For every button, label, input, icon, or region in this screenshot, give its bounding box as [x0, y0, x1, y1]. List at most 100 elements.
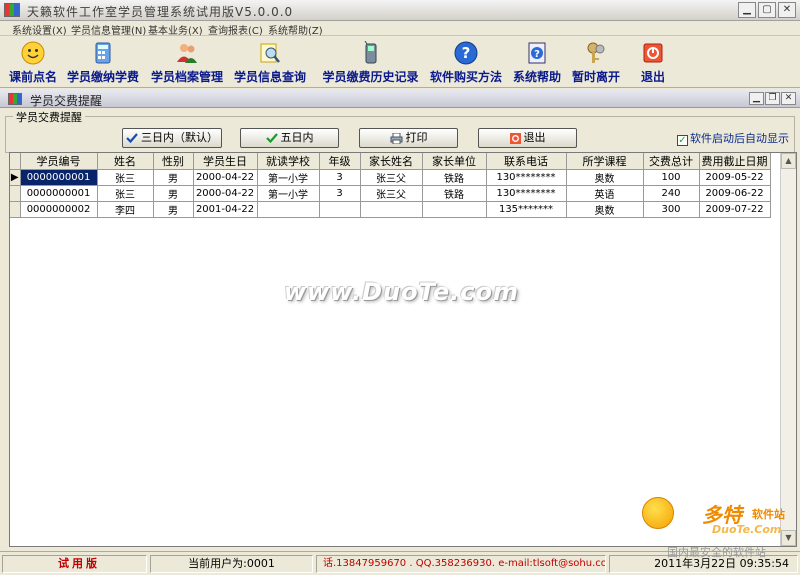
temporary-leave-button[interactable]: 暂时离开 [570, 39, 622, 85]
menu-system-help[interactable]: 系统帮助(Z) [268, 22, 323, 37]
minimize-button[interactable]: ▁ [738, 2, 756, 18]
column-header[interactable]: 就读学校 [257, 153, 320, 170]
table-cell[interactable]: 240 [643, 185, 700, 202]
menu-query-reports[interactable]: 查询报表(C) [208, 22, 263, 37]
table-cell[interactable] [360, 201, 423, 218]
table-cell[interactable]: 100 [643, 169, 700, 186]
magnifier-icon [260, 43, 280, 63]
table-cell[interactable]: 0000000001 [20, 185, 98, 202]
column-header[interactable]: 家长单位 [422, 153, 487, 170]
child-window-icon [8, 93, 22, 105]
table-cell[interactable]: 张三父 [360, 185, 423, 202]
current-row-indicator: ▶ [10, 169, 21, 186]
table-cell[interactable]: 第一小学 [257, 185, 320, 202]
phone-icon [364, 41, 376, 64]
table-cell[interactable]: 奥数 [566, 169, 644, 186]
table-cell[interactable]: 130******** [486, 169, 567, 186]
table-cell[interactable]: 0000000001 [20, 169, 98, 186]
menu-system-settings[interactable]: 系统设置(X) [12, 22, 67, 37]
child-close-button[interactable]: ✕ [781, 92, 796, 105]
table-cell[interactable]: 男 [153, 169, 194, 186]
roll-call-button[interactable]: 课前点名 [8, 39, 58, 85]
table-cell[interactable]: 英语 [566, 185, 644, 202]
table-cell[interactable]: 3 [319, 185, 361, 202]
table-cell[interactable]: 2001-04-22 [193, 201, 258, 218]
table-cell[interactable]: 男 [153, 201, 194, 218]
keys-icon [587, 42, 605, 63]
exit-icon [643, 43, 663, 63]
duote-slogan-watermark: 国内最安全的软件站 [667, 546, 766, 559]
print-button[interactable]: 打印 [359, 128, 458, 148]
dialog-exit-label: 退出 [523, 131, 546, 144]
system-help-button[interactable]: ? 系统帮助 [511, 39, 563, 85]
table-cell[interactable]: 奥数 [566, 201, 644, 218]
table-cell[interactable]: 135******* [486, 201, 567, 218]
reminder-groupbox: 学员交费提醒 三日内（默认） 五日内 打印 退出 ✓ 软件启动后自动显示 [5, 109, 795, 153]
table-cell[interactable]: 130******** [486, 185, 567, 202]
table-cell[interactable]: 第一小学 [257, 169, 320, 186]
table-row[interactable]: 0000000002 李四 男 2001-04-22 135******* 奥数… [10, 201, 771, 218]
table-cell[interactable]: 张三父 [360, 169, 423, 186]
purchase-method-button[interactable]: ? 软件购买方法 [429, 39, 503, 85]
student-records-button[interactable]: 学员档案管理 [150, 39, 224, 85]
table-cell[interactable]: 2009-07-22 [699, 201, 771, 218]
table-cell[interactable] [422, 201, 487, 218]
checkmark-icon [126, 133, 138, 143]
table-cell[interactable]: 张三 [97, 185, 154, 202]
table-cell[interactable]: 3 [319, 169, 361, 186]
auto-show-label: 软件启动后自动显示 [690, 132, 789, 145]
app-icon [4, 3, 20, 17]
checkmark-icon [265, 133, 278, 143]
column-header[interactable]: 家长姓名 [360, 153, 423, 170]
table-cell[interactable]: 铁路 [422, 169, 487, 186]
table-cell[interactable]: 李四 [97, 201, 154, 218]
table-cell[interactable]: 300 [643, 201, 700, 218]
close-button[interactable]: ✕ [778, 2, 796, 18]
print-label: 打印 [405, 131, 428, 144]
payment-history-button[interactable]: 学员缴费历史记录 [322, 39, 419, 85]
svg-text:?: ? [462, 44, 471, 62]
auto-show-checkbox[interactable]: ✓ 软件启动后自动显示 [677, 130, 789, 146]
column-header[interactable]: 性别 [153, 153, 194, 170]
table-cell[interactable]: 男 [153, 185, 194, 202]
duote-watermark: www.DuoTe.com [284, 278, 519, 306]
column-header[interactable]: 所学课程 [566, 153, 644, 170]
table-row[interactable]: 0000000001 张三 男 2000-04-22 第一小学 3 张三父 铁路… [10, 185, 771, 202]
menu-basic-business[interactable]: 基本业务(X) [148, 22, 203, 37]
help-book-icon: ? [528, 42, 546, 64]
five-days-button[interactable]: 五日内 [240, 128, 339, 148]
column-header[interactable]: 联系电话 [486, 153, 567, 170]
table-cell[interactable]: 铁路 [422, 185, 487, 202]
table-cell[interactable] [319, 201, 361, 218]
column-header[interactable]: 姓名 [97, 153, 154, 170]
table-cell[interactable]: 2009-06-22 [699, 185, 771, 202]
vertical-scrollbar[interactable]: ▲ ▼ [780, 153, 796, 546]
column-header[interactable]: 学员编号 [20, 153, 98, 170]
exit-icon [509, 132, 521, 144]
exit-button[interactable]: 退出 [636, 39, 670, 85]
table-cell[interactable]: 2009-05-22 [699, 169, 771, 186]
dialog-exit-button[interactable]: 退出 [478, 128, 577, 148]
groupbox-caption: 学员交费提醒 [13, 109, 85, 125]
student-query-button[interactable]: 学员信息查询 [233, 39, 307, 85]
menu-student-info[interactable]: 学员信息管理(N) [71, 22, 146, 37]
three-days-button[interactable]: 三日内（默认） [122, 128, 222, 148]
column-header[interactable]: 费用截止日期 [699, 153, 771, 170]
table-cell[interactable]: 2000-04-22 [193, 185, 258, 202]
scroll-up-icon[interactable]: ▲ [781, 153, 796, 169]
table-row[interactable]: ▶ 0000000001 张三 男 2000-04-22 第一小学 3 张三父 … [10, 169, 771, 186]
table-cell[interactable]: 2000-04-22 [193, 169, 258, 186]
reminder-table: 学员编号 姓名 性别 学员生日 就读学校 年级 家长姓名 家长单位 联系电话 所… [9, 152, 797, 547]
pay-tuition-button[interactable]: 学员缴纳学费 [66, 39, 140, 85]
three-days-label: 三日内（默认） [141, 131, 218, 144]
table-cell[interactable] [257, 201, 320, 218]
column-header[interactable]: 交费总计 [643, 153, 700, 170]
column-header[interactable]: 学员生日 [193, 153, 258, 170]
child-restore-button[interactable]: ❐ [765, 92, 780, 105]
column-header[interactable]: 年级 [319, 153, 361, 170]
maximize-button[interactable]: ▢ [758, 2, 776, 18]
table-cell[interactable]: 张三 [97, 169, 154, 186]
table-cell[interactable]: 0000000002 [20, 201, 98, 218]
child-minimize-button[interactable]: ▁ [749, 92, 764, 105]
edition-label: 试用版 [2, 555, 147, 573]
